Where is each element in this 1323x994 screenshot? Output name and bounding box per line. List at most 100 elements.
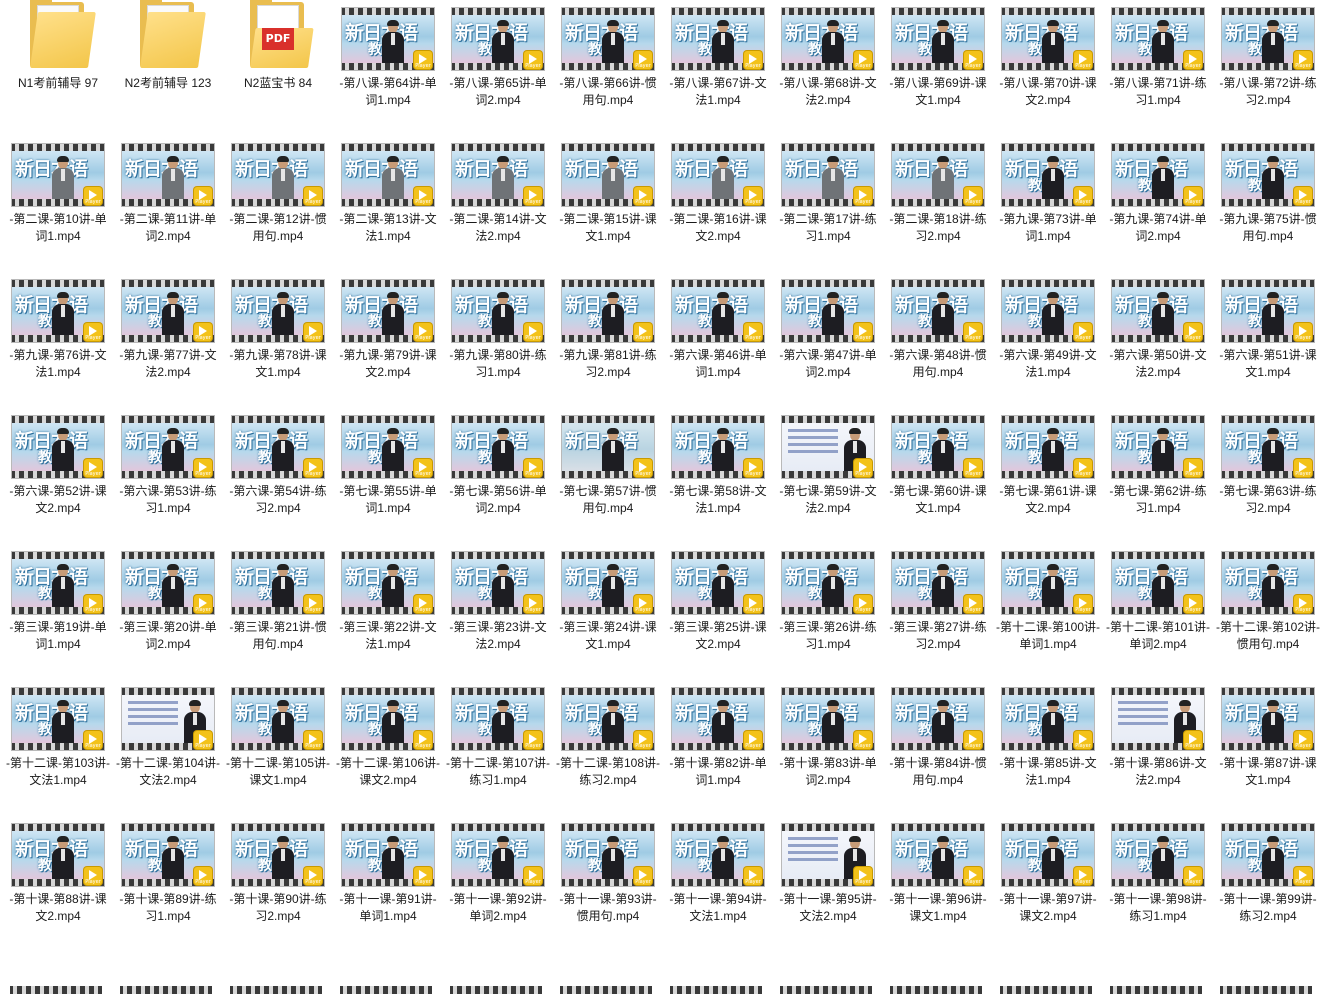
video-file-item[interactable]: 新日本语教程 -第十一课-第91讲-单词1.mp4	[334, 816, 442, 926]
video-file-item[interactable]: 新日本语教程 -第六课-第50讲-文法2.mp4	[1104, 272, 1212, 382]
video-file-item[interactable]: 新日本语教程 -第九课-第80讲-练习1.mp4	[444, 272, 552, 382]
file-name-label: -第六课-第54讲-练习2.mp4	[229, 484, 327, 515]
video-file-item[interactable]: 新日本语教程 -第十二课-第105讲-课文1.mp4	[224, 680, 332, 790]
video-file-item[interactable]: 新日本语 -第二课-第14讲-文法2.mp4	[444, 136, 552, 246]
video-thumbnail-icon: 新日本语教程	[452, 688, 544, 750]
video-file-item[interactable]: 新日本语教程 -第八课-第70讲-课文2.mp4	[994, 0, 1102, 110]
video-file-item[interactable]: 新日本语教程 -第九课-第76讲-文法1.mp4	[4, 272, 112, 382]
video-file-item[interactable]: 新日本语教程 -第八课-第72讲-练习2.mp4	[1214, 0, 1322, 110]
video-file-item[interactable]: 新日本语 -第二课-第16讲-课文2.mp4	[664, 136, 772, 246]
video-file-item[interactable]: 新日本语教程 -第三课-第24讲-课文1.mp4	[554, 544, 662, 654]
video-file-item[interactable]: 新日本语教程 -第十课-第84讲-惯用句.mp4	[884, 680, 992, 790]
video-file-item[interactable]: 新日本语教程 -第六课-第46讲-单词1.mp4	[664, 272, 772, 382]
video-file-item[interactable]: -第十二课-第104讲-文法2.mp4	[114, 680, 222, 790]
file-name-label: -第七课-第61讲-课文2.mp4	[999, 484, 1097, 515]
video-file-item[interactable]: 新日本语教程 -第八课-第65讲-单词2.mp4	[444, 0, 552, 110]
folder-item[interactable]: N1考前辅导 97	[4, 0, 112, 110]
video-file-item[interactable]: 新日本语教程 -第三课-第27讲-练习2.mp4	[884, 544, 992, 654]
video-file-item[interactable]: 新日本语教程 -第三课-第22讲-文法1.mp4	[334, 544, 442, 654]
video-file-item[interactable]: 新日本语教程 -第六课-第47讲-单词2.mp4	[774, 272, 882, 382]
video-file-item[interactable]: 新日本语教程 -第三课-第20讲-单词2.mp4	[114, 544, 222, 654]
video-file-item[interactable]: 新日本语教程 -第六课-第49讲-文法1.mp4	[994, 272, 1102, 382]
video-file-item[interactable]: 新日本语教程 -第八课-第67讲-文法1.mp4	[664, 0, 772, 110]
video-thumbnail-icon: 新日本语教程	[452, 280, 544, 342]
video-file-item[interactable]: 新日本语教程 -第十二课-第103讲-文法1.mp4	[4, 680, 112, 790]
file-name-label: -第八课-第71讲-练习1.mp4	[1109, 76, 1207, 107]
video-file-item[interactable]: 新日本语教程 -第九课-第74讲-单词2.mp4	[1104, 136, 1212, 246]
video-thumbnail-icon: 新日本语教程	[782, 688, 874, 750]
video-file-item[interactable]: 新日本语 -第二课-第10讲-单词1.mp4	[4, 136, 112, 246]
video-file-item[interactable]: 新日本语教程 -第七课-第62讲-练习1.mp4	[1104, 408, 1212, 518]
video-file-item[interactable]: 新日本语 -第二课-第12讲-惯用句.mp4	[224, 136, 332, 246]
video-file-item[interactable]: 新日本语教程 -第八课-第69讲-课文1.mp4	[884, 0, 992, 110]
video-file-item[interactable]: 新日本语教程 -第三课-第19讲-单词1.mp4	[4, 544, 112, 654]
video-file-item[interactable]: 新日本语教程 -第三课-第23讲-文法2.mp4	[444, 544, 552, 654]
video-file-item[interactable]: 新日本语教程 -第十二课-第102讲-惯用句.mp4	[1214, 544, 1322, 654]
folder-item[interactable]: PDF N2蓝宝书 84	[224, 0, 332, 110]
video-file-item[interactable]: 新日本语 -第二课-第18讲-练习2.mp4	[884, 136, 992, 246]
video-file-item[interactable]: 新日本语教程 -第九课-第79讲-课文2.mp4	[334, 272, 442, 382]
video-file-item[interactable]: 新日本语教程 -第七课-第58讲-文法1.mp4	[664, 408, 772, 518]
video-file-item[interactable]: 新日本语教程 -第三课-第26讲-练习1.mp4	[774, 544, 882, 654]
video-file-item[interactable]: 新日本语教程 -第十二课-第106讲-课文2.mp4	[334, 680, 442, 790]
video-file-item[interactable]: 新日本语教程 -第十一课-第96讲-课文1.mp4	[884, 816, 992, 926]
video-file-item[interactable]: 新日本语教程 -第十一课-第98讲-练习1.mp4	[1104, 816, 1212, 926]
video-file-item[interactable]: 新日本语教程 -第十课-第82讲-单词1.mp4	[664, 680, 772, 790]
video-file-item[interactable]: -第十课-第86讲-文法2.mp4	[1104, 680, 1212, 790]
video-file-item[interactable]: 新日本语教程 -第十二课-第100讲-单词1.mp4	[994, 544, 1102, 654]
file-name-label: -第二课-第15讲-课文1.mp4	[559, 212, 657, 243]
video-file-item[interactable]: 新日本语 -第七课-第57讲-惯用句.mp4	[554, 408, 662, 518]
video-file-item[interactable]: -第十一课-第95讲-文法2.mp4	[774, 816, 882, 926]
file-name-label: -第十一课-第93讲-惯用句.mp4	[559, 892, 657, 923]
thumbnail: 新日本语教程	[1000, 816, 1096, 886]
video-file-item[interactable]: 新日本语教程 -第六课-第48讲-惯用句.mp4	[884, 272, 992, 382]
video-file-item[interactable]: 新日本语教程 -第十课-第88讲-课文2.mp4	[4, 816, 112, 926]
video-file-item[interactable]: 新日本语教程 -第十一课-第97讲-课文2.mp4	[994, 816, 1102, 926]
video-file-item[interactable]: 新日本语教程 -第七课-第63讲-练习2.mp4	[1214, 408, 1322, 518]
video-file-item[interactable]: 新日本语教程 -第九课-第73讲-单词1.mp4	[994, 136, 1102, 246]
video-file-item[interactable]: 新日本语教程 -第六课-第52讲-课文2.mp4	[4, 408, 112, 518]
video-file-item[interactable]: 新日本语教程 -第九课-第77讲-文法2.mp4	[114, 272, 222, 382]
video-file-item[interactable]: 新日本语 -第二课-第15讲-课文1.mp4	[554, 136, 662, 246]
video-file-item[interactable]: 新日本语教程 -第七课-第55讲-单词1.mp4	[334, 408, 442, 518]
video-file-item[interactable]: 新日本语教程 -第八课-第64讲-单词1.mp4	[334, 0, 442, 110]
video-file-item[interactable]: 新日本语教程 -第十课-第85讲-文法1.mp4	[994, 680, 1102, 790]
video-file-item[interactable]: 新日本语教程 -第十二课-第107讲-练习1.mp4	[444, 680, 552, 790]
video-file-item[interactable]: 新日本语教程 -第九课-第78讲-课文1.mp4	[224, 272, 332, 382]
video-file-item[interactable]: 新日本语教程 -第七课-第56讲-单词2.mp4	[444, 408, 552, 518]
video-file-item[interactable]: 新日本语教程 -第七课-第60讲-课文1.mp4	[884, 408, 992, 518]
video-file-item[interactable]: 新日本语教程 -第七课-第61讲-课文2.mp4	[994, 408, 1102, 518]
video-file-item[interactable]: 新日本语教程 -第十二课-第101讲-单词2.mp4	[1104, 544, 1212, 654]
video-file-item[interactable]: -第七课-第59讲-文法2.mp4	[774, 408, 882, 518]
video-file-item[interactable]: 新日本语教程 -第八课-第71讲-练习1.mp4	[1104, 0, 1212, 110]
video-file-item[interactable]: 新日本语教程 -第十课-第83讲-单词2.mp4	[774, 680, 882, 790]
video-thumbnail-icon: 新日本语教程	[1112, 280, 1204, 342]
video-file-item[interactable]: 新日本语教程 -第三课-第21讲-惯用句.mp4	[224, 544, 332, 654]
file-name-label: -第二课-第11讲-单词2.mp4	[119, 212, 217, 243]
video-file-item[interactable]: 新日本语 -第二课-第13讲-文法1.mp4	[334, 136, 442, 246]
video-file-item[interactable]: 新日本语教程 -第十课-第89讲-练习1.mp4	[114, 816, 222, 926]
video-file-item[interactable]: 新日本语教程 -第十二课-第108讲-练习2.mp4	[554, 680, 662, 790]
video-file-item[interactable]: 新日本语教程 -第十课-第87讲-课文1.mp4	[1214, 680, 1322, 790]
video-file-item[interactable]: 新日本语教程 -第十一课-第99讲-练习2.mp4	[1214, 816, 1322, 926]
video-file-item[interactable]: 新日本语教程 -第三课-第25讲-课文2.mp4	[664, 544, 772, 654]
thumbnail: 新日本语	[890, 136, 986, 206]
video-file-item[interactable]: 新日本语教程 -第八课-第66讲-惯用句.mp4	[554, 0, 662, 110]
video-file-item[interactable]: 新日本语教程 -第六课-第54讲-练习2.mp4	[224, 408, 332, 518]
video-file-item[interactable]: 新日本语教程 -第六课-第53讲-练习1.mp4	[114, 408, 222, 518]
file-name-label: -第八课-第66讲-惯用句.mp4	[559, 76, 657, 107]
video-thumbnail-icon: 新日本语	[232, 144, 324, 206]
video-file-item[interactable]: 新日本语教程 -第十一课-第92讲-单词2.mp4	[444, 816, 552, 926]
video-file-item[interactable]: 新日本语 -第二课-第17讲-练习1.mp4	[774, 136, 882, 246]
video-file-item[interactable]: 新日本语教程 -第八课-第68讲-文法2.mp4	[774, 0, 882, 110]
video-file-item[interactable]: 新日本语教程 -第十一课-第93讲-惯用句.mp4	[554, 816, 662, 926]
video-file-item[interactable]: 新日本语教程 -第十课-第90讲-练习2.mp4	[224, 816, 332, 926]
video-file-item[interactable]: 新日本语教程 -第九课-第75讲-惯用句.mp4	[1214, 136, 1322, 246]
video-file-item[interactable]: 新日本语教程 -第九课-第81讲-练习2.mp4	[554, 272, 662, 382]
video-file-item[interactable]: 新日本语教程 -第六课-第51讲-课文1.mp4	[1214, 272, 1322, 382]
video-file-item[interactable]: 新日本语 -第二课-第11讲-单词2.mp4	[114, 136, 222, 246]
thumbnail: 新日本语教程	[560, 272, 656, 342]
folder-item[interactable]: N2考前辅导 123	[114, 0, 222, 110]
video-file-item[interactable]: 新日本语教程 -第十一课-第94讲-文法1.mp4	[664, 816, 772, 926]
file-name-label: -第十一课-第96讲-课文1.mp4	[889, 892, 987, 923]
